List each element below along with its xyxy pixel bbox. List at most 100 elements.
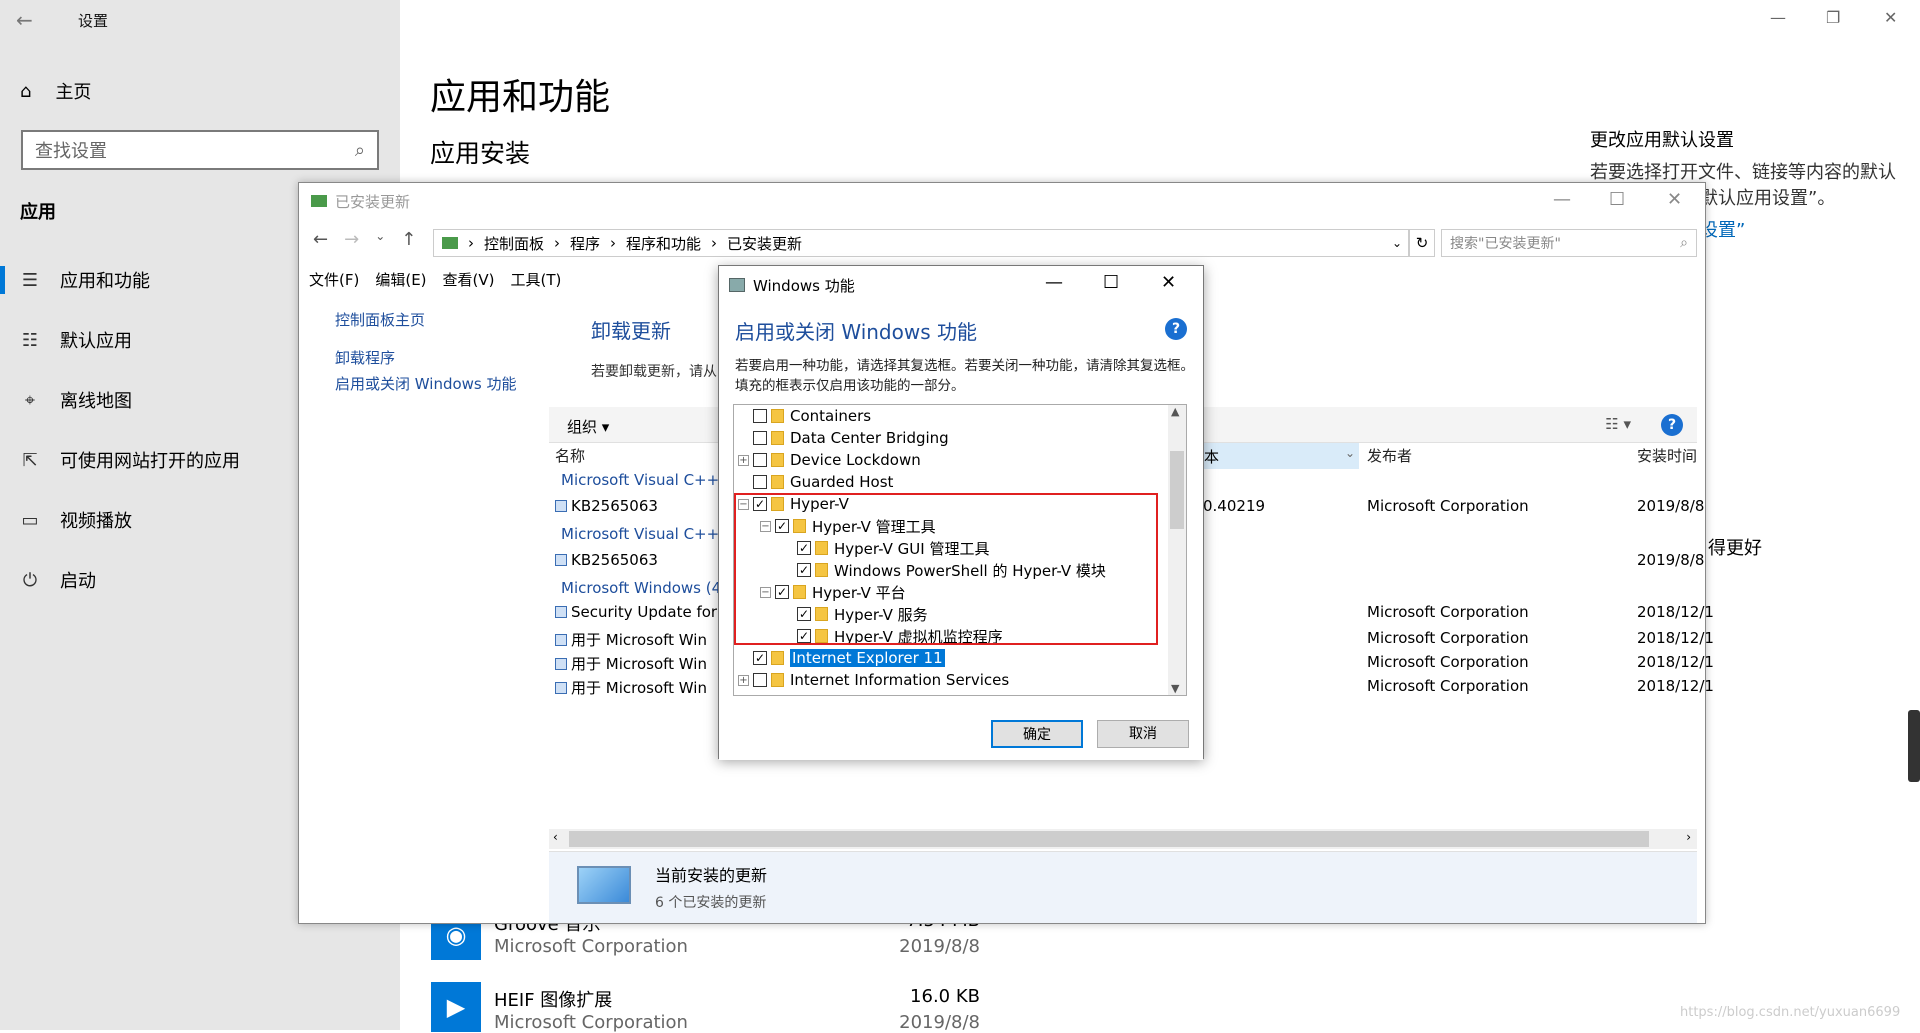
scroll-up-icon[interactable]: ▲ xyxy=(1171,405,1179,418)
features-titlebar: Windows 功能 — ☐ ✕ xyxy=(719,266,1203,304)
column-publisher[interactable]: 发布者 xyxy=(1367,445,1412,466)
updates-search-input[interactable]: 搜索"已安装更新" ⌕ xyxy=(1441,229,1697,257)
update-name: Microsoft Windows (4 xyxy=(561,579,722,597)
group-header[interactable]: Microsoft Visual C++ xyxy=(561,525,719,543)
refresh-icon[interactable]: ↻ xyxy=(1409,229,1435,257)
scroll-down-icon[interactable]: ▼ xyxy=(1171,682,1179,695)
feature-checkbox[interactable] xyxy=(753,475,767,489)
back-icon[interactable]: ← xyxy=(313,229,328,250)
column-installed[interactable]: 安装时间 xyxy=(1637,445,1697,466)
cancel-button[interactable]: 取消 xyxy=(1097,720,1189,748)
update-name: 用于 Microsoft Win xyxy=(571,655,707,673)
maximize-icon[interactable]: ☐ xyxy=(1103,272,1119,293)
address-row: ← → ⌄ ↑ › 控制面板 › 程序 › 程序和功能 › 已安装更新 ⌄ ↻ … xyxy=(299,227,1705,259)
restore-icon[interactable]: ❐ xyxy=(1826,8,1840,27)
feature-item[interactable]: ✓ Internet Explorer 11 xyxy=(738,647,945,669)
feature-checkbox[interactable] xyxy=(753,673,767,687)
organize-button[interactable]: 组织 ▾ xyxy=(567,416,609,437)
view-options-icon[interactable]: ☷ ▾ xyxy=(1605,415,1631,433)
update-row[interactable]: KB2565063 xyxy=(555,551,658,569)
menu-view[interactable]: 查看(V) xyxy=(443,269,495,290)
feature-item[interactable]: Containers xyxy=(738,405,871,427)
feature-label: Internet Information Services xyxy=(790,671,1010,689)
feature-item[interactable]: Guarded Host xyxy=(738,471,893,493)
address-dropdown-icon[interactable]: ⌄ xyxy=(1392,236,1402,250)
breadcrumb-item[interactable]: 程序 xyxy=(570,233,600,254)
update-row[interactable]: KB2565063 xyxy=(555,497,658,515)
feature-checkbox[interactable] xyxy=(753,453,767,467)
menu-edit[interactable]: 编辑(E) xyxy=(375,269,426,290)
breadcrumb-item[interactable]: 控制面板 xyxy=(484,233,544,254)
features-content: 启用或关闭 Windows 功能 ? 若要启用一种功能，请选择其复选框。若要关闭… xyxy=(719,304,1203,760)
app-name[interactable]: HEIF 图像扩展 xyxy=(494,986,612,1012)
app-publisher: Microsoft Corporation xyxy=(494,936,688,957)
scroll-thumb[interactable] xyxy=(1170,451,1184,529)
column-version[interactable]: 本 ⌄ xyxy=(1199,443,1359,469)
breadcrumb-item[interactable]: 已安装更新 xyxy=(727,233,802,254)
sidebar-item-label: 可使用网站打开的应用 xyxy=(60,451,240,472)
close-icon[interactable]: ✕ xyxy=(1667,189,1682,210)
close-icon[interactable]: ✕ xyxy=(1884,8,1897,27)
close-icon[interactable]: ✕ xyxy=(1161,272,1176,293)
maximize-icon[interactable]: ☐ xyxy=(1609,189,1625,210)
group-header[interactable]: Microsoft Windows (4 xyxy=(561,579,721,597)
settings-search-input[interactable]: 查找设置 ⌕ xyxy=(21,130,379,170)
update-row[interactable]: 用于 Microsoft Win xyxy=(555,629,707,650)
help-icon[interactable]: ? xyxy=(1165,318,1187,340)
update-name: Security Update for xyxy=(571,603,718,621)
features-tree: Containers Data Center Bridging + Device Lo… xyxy=(733,404,1187,696)
nav-buttons: ← → ⌄ ↑ xyxy=(313,229,416,250)
ok-button[interactable]: 确定 xyxy=(991,720,1083,748)
scroll-left-icon[interactable]: ‹ xyxy=(553,830,558,844)
feature-checkbox[interactable] xyxy=(753,409,767,423)
horizontal-scrollbar[interactable]: ‹ › xyxy=(549,829,1697,849)
updates-titlebar: 已安装更新 xyxy=(299,183,1705,219)
scroll-thumb[interactable] xyxy=(569,831,1649,847)
breadcrumb-sep-icon: › xyxy=(711,234,718,252)
forward-icon[interactable]: → xyxy=(344,229,359,250)
breadcrumb-item[interactable]: 程序和功能 xyxy=(626,233,701,254)
feature-checkbox[interactable] xyxy=(753,431,767,445)
update-row[interactable]: 用于 Microsoft Win xyxy=(555,653,707,674)
expand-icon[interactable]: + xyxy=(738,454,749,466)
uninstall-description: 若要卸载更新，请从 xyxy=(591,364,717,380)
menu-file[interactable]: 文件(F) xyxy=(309,269,359,290)
sidebar-item-label: 默认应用 xyxy=(60,331,132,352)
vertical-scrollbar[interactable]: ▲ ▼ xyxy=(1168,405,1186,695)
home-link[interactable]: ⌂ 主页 xyxy=(20,78,91,104)
sidebar-item-label: 启动 xyxy=(60,571,96,592)
update-name: 用于 Microsoft Win xyxy=(571,631,707,649)
up-icon[interactable]: ↑ xyxy=(401,229,416,250)
minimize-icon[interactable]: — xyxy=(1553,189,1571,210)
uninstall-program-link[interactable]: 卸载程序 xyxy=(335,347,395,368)
minimize-icon[interactable]: — xyxy=(1770,8,1786,27)
address-bar[interactable]: › 控制面板 › 程序 › 程序和功能 › 已安装更新 ⌄ xyxy=(433,229,1409,257)
scroll-right-icon[interactable]: › xyxy=(1686,830,1691,844)
group-header[interactable]: Microsoft Visual C++ xyxy=(561,471,719,489)
default-settings-link[interactable]: 设置” xyxy=(1700,216,1745,242)
sort-chevron-icon: ⌄ xyxy=(1344,446,1355,460)
update-publisher: Microsoft Corporation xyxy=(1367,629,1529,647)
expand-icon[interactable]: + xyxy=(738,674,749,686)
watermark: https://blog.csdn.net/yuxuan6699 xyxy=(1680,1005,1901,1020)
update-row[interactable]: Security Update for xyxy=(555,603,717,621)
back-arrow-icon[interactable]: ← xyxy=(16,8,33,32)
feature-item[interactable]: + Internet Information Services xyxy=(738,669,1009,691)
update-publisher: Microsoft Corporation xyxy=(1367,653,1529,671)
settings-title: 设置 xyxy=(78,12,109,30)
search-icon: ⌕ xyxy=(354,139,365,161)
recent-dropdown-icon[interactable]: ⌄ xyxy=(375,229,385,250)
feature-checkbox[interactable]: ✓ xyxy=(753,651,767,665)
help-icon[interactable]: ? xyxy=(1661,414,1683,436)
control-panel-home-link[interactable]: 控制面板主页 xyxy=(335,309,425,330)
windows-features-link[interactable]: 启用或关闭 Windows 功能 xyxy=(335,373,517,394)
update-row[interactable]: 用于 Microsoft Win xyxy=(555,677,707,698)
edge-handle[interactable] xyxy=(1908,710,1920,782)
minimize-icon[interactable]: — xyxy=(1045,272,1063,293)
feature-item[interactable]: + Device Lockdown xyxy=(738,449,921,471)
menu-tools[interactable]: 工具(T) xyxy=(511,269,562,290)
open-web-icon: ⇱ xyxy=(22,449,38,471)
column-name[interactable]: 名称 xyxy=(555,445,585,466)
feature-item[interactable]: Data Center Bridging xyxy=(738,427,949,449)
